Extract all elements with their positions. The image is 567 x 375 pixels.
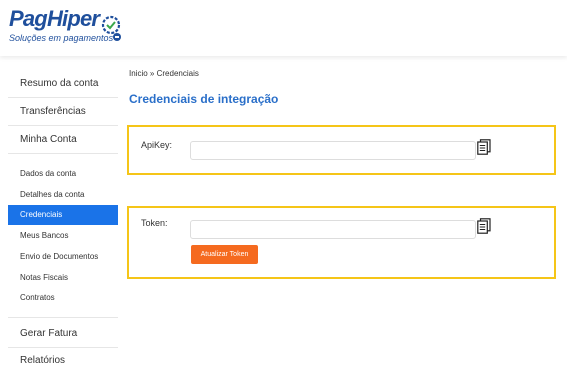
sidebar-subitem-envio-de-documentos[interactable]: Envio de Documentos — [8, 247, 118, 267]
token-label: Token: — [141, 218, 168, 228]
sidebar-item-minha-conta[interactable]: Minha Conta — [8, 126, 118, 154]
sidebar: Resumo da conta Transferências Minha Con… — [8, 64, 118, 375]
page-title: Credenciais de integração — [129, 92, 279, 106]
breadcrumb-current: Credenciais — [156, 69, 199, 78]
breadcrumb-separator: » — [149, 69, 155, 78]
sidebar-subitem-label: Contratos — [20, 293, 55, 302]
sidebar-item-gerar-fatura[interactable]: Gerar Fatura — [8, 320, 118, 348]
sidebar-subitem-label: Meus Bancos — [20, 231, 69, 240]
apikey-label: ApiKey: — [141, 140, 173, 150]
token-panel: Token: Atualizar Token — [127, 206, 556, 279]
copy-document-icon[interactable] — [477, 218, 491, 234]
sidebar-item-label: Transferências — [20, 106, 86, 117]
sidebar-item-label: Gerar Fatura — [20, 328, 78, 339]
sidebar-subitem-contratos[interactable]: Contratos — [8, 288, 118, 308]
update-token-button[interactable]: Atualizar Token — [191, 245, 258, 264]
sidebar-subitem-dados-da-conta[interactable]: Dados da conta — [8, 164, 118, 184]
paghiper-logo[interactable]: PagHiper Soluções em pagamentos — [9, 6, 124, 48]
breadcrumb-home-link[interactable]: Inicio — [129, 69, 148, 78]
copy-document-icon[interactable] — [477, 139, 491, 155]
sidebar-subitem-label: Dados da conta — [20, 169, 77, 178]
sidebar-subitem-meus-bancos[interactable]: Meus Bancos — [8, 226, 118, 246]
sidebar-item-resumo[interactable]: Resumo da conta — [8, 70, 118, 98]
apikey-input[interactable] — [190, 141, 476, 160]
sidebar-item-transferencias[interactable]: Transferências — [8, 98, 118, 126]
sidebar-subitem-label: Notas Fiscais — [20, 273, 69, 282]
sidebar-subitem-label: Envio de Documentos — [20, 252, 99, 261]
sidebar-subitem-label: Credenciais — [20, 210, 63, 219]
sidebar-divider — [8, 317, 118, 318]
sidebar-item-relatorios[interactable]: Relatórios — [8, 347, 118, 375]
logo-wordmark: PagHiper — [9, 6, 100, 31]
sidebar-item-label: Resumo da conta — [20, 78, 99, 89]
sidebar-item-label: Relatórios — [20, 355, 66, 366]
sidebar-item-label: Minha Conta — [20, 134, 77, 145]
apikey-panel: ApiKey: — [127, 125, 556, 175]
top-header: PagHiper Soluções em pagamentos — [0, 0, 567, 56]
token-input[interactable] — [190, 220, 476, 239]
sidebar-subitem-notas-fiscais[interactable]: Notas Fiscais — [8, 268, 118, 288]
sidebar-subitem-label: Detalhes da conta — [20, 190, 85, 199]
breadcrumb: Inicio » Credenciais — [129, 69, 199, 78]
gear-check-icon — [101, 15, 121, 41]
sidebar-subitem-credenciais[interactable]: Credenciais — [8, 205, 118, 225]
sidebar-subitem-detalhes-da-conta[interactable]: Detalhes da conta — [8, 185, 118, 205]
